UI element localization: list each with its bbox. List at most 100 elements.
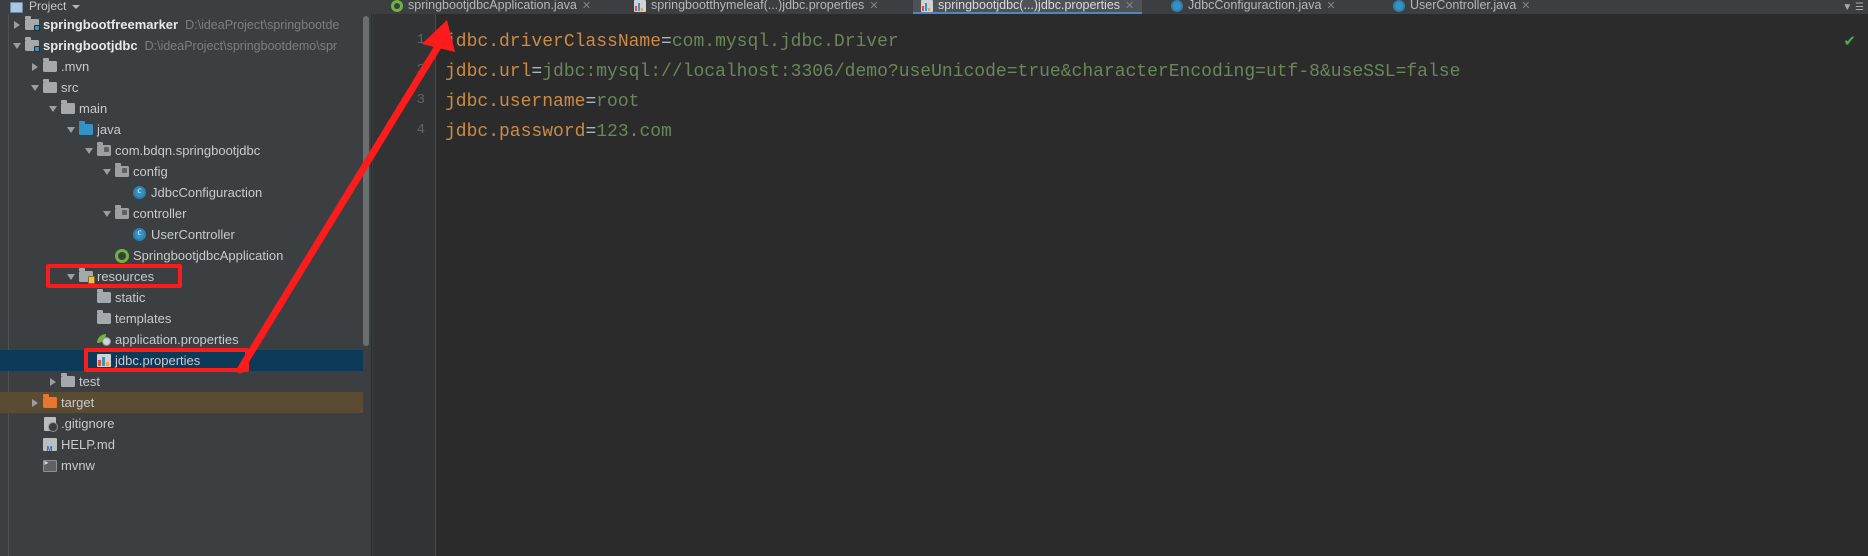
tab-label: JdbcConfiguraction.java bbox=[1188, 0, 1322, 12]
project-tree[interactable]: springbootfreemarker D:\ideaProject\sprin… bbox=[0, 14, 363, 476]
tree-node-java[interactable]: java bbox=[0, 119, 363, 140]
tree-node-usercontroller[interactable]: UserController bbox=[0, 224, 363, 245]
tree-node-label: .gitignore bbox=[61, 416, 115, 431]
tree-node-src[interactable]: src bbox=[0, 77, 363, 98]
chevron-down-icon[interactable] bbox=[64, 266, 77, 287]
line-number: 2 bbox=[416, 62, 425, 78]
code-editor[interactable]: 1234 jdbc.driverClassName=com.mysql.jdbc… bbox=[373, 14, 1868, 556]
tree-node-target[interactable]: target bbox=[0, 392, 363, 413]
project-tool-window: springbootfreemarker D:\ideaProject\sprin… bbox=[0, 14, 372, 556]
java-class-icon bbox=[1393, 0, 1405, 12]
folder-icon bbox=[95, 287, 112, 308]
tree-node-config[interactable]: config bbox=[0, 161, 363, 182]
editor-code-area[interactable]: jdbc.driverClassName=com.mysql.jdbc.Driv… bbox=[435, 14, 1868, 556]
close-icon[interactable]: ✕ bbox=[1125, 0, 1134, 12]
tree-node-label: .mvn bbox=[61, 59, 90, 74]
tree-node-label: target bbox=[61, 395, 95, 410]
project-tree-scrollbar[interactable] bbox=[363, 16, 369, 346]
property-key: jdbc.username bbox=[445, 92, 586, 112]
property-value: 123.com bbox=[596, 122, 672, 142]
property-equals: = bbox=[661, 32, 672, 52]
code-line[interactable]: jdbc.password=123.com bbox=[445, 122, 672, 142]
close-icon[interactable]: ✕ bbox=[1326, 0, 1335, 12]
folder-icon bbox=[41, 77, 58, 98]
module-folder-icon bbox=[23, 14, 40, 35]
tree-node-com-bdqn-springbootjdbc[interactable]: com.bdqn.springbootjdbc bbox=[0, 140, 363, 161]
tree-node-label: application.properties bbox=[115, 332, 239, 347]
chevron-down-icon[interactable] bbox=[100, 203, 113, 224]
tree-node-springbootfreemarker[interactable]: springbootfreemarker D:\ideaProject\sprin… bbox=[0, 14, 363, 35]
tree-node-label: HELP.md bbox=[61, 437, 115, 452]
tree-node-test[interactable]: test bbox=[0, 371, 363, 392]
tree-node-help-md[interactable]: HELP.md bbox=[0, 434, 363, 455]
close-icon[interactable]: ✕ bbox=[1521, 0, 1530, 12]
tab-springbootjdbcApplication-java[interactable]: springbootjdbcApplication.java ✕ bbox=[383, 0, 599, 14]
line-number: 3 bbox=[416, 92, 425, 108]
tab-overflow-chevron-down-icon[interactable]: ▼ ☰ bbox=[1842, 0, 1864, 14]
tree-node-label: SpringbootjdbcApplication bbox=[133, 248, 284, 263]
tree-node--mvn[interactable]: .mvn bbox=[0, 56, 363, 77]
chevron-right-icon[interactable] bbox=[28, 392, 41, 413]
markdown-icon bbox=[41, 434, 58, 455]
tree-node-path: D:\ideaProject\springbootde bbox=[185, 17, 340, 32]
chevron-down-icon[interactable] bbox=[28, 77, 41, 98]
tree-node-application-properties[interactable]: application.properties bbox=[0, 329, 363, 350]
tree-node-label: com.bdqn.springbootjdbc bbox=[115, 143, 261, 158]
editor-tab-bar: springbootjdbcApplication.java ✕ springb… bbox=[373, 0, 1868, 14]
tree-node-jdbcconfiguraction[interactable]: JdbcConfiguraction bbox=[0, 182, 363, 203]
tab-UserController-java[interactable]: UserController.java ✕ bbox=[1385, 0, 1539, 14]
tree-node-label: mvnw bbox=[61, 458, 95, 473]
tree-node-path: D:\ideaProject\springbootdemo\spr bbox=[144, 38, 338, 53]
chevron-right-icon[interactable] bbox=[46, 371, 59, 392]
tree-node-label: test bbox=[79, 374, 100, 389]
tab-label: UserController.java bbox=[1410, 0, 1517, 12]
code-line[interactable]: jdbc.driverClassName=com.mysql.jdbc.Driv… bbox=[445, 32, 899, 52]
chevron-down-icon[interactable] bbox=[64, 119, 77, 140]
project-panel-title: Project bbox=[29, 0, 67, 13]
package-icon bbox=[95, 140, 112, 161]
chevron-right-icon[interactable] bbox=[10, 14, 23, 35]
tree-node-resources[interactable]: resources bbox=[0, 266, 363, 287]
tree-node-controller[interactable]: controller bbox=[0, 203, 363, 224]
tab-label: springbootjdbcApplication.java bbox=[408, 0, 577, 12]
chevron-down-icon[interactable] bbox=[46, 98, 59, 119]
close-icon[interactable]: ✕ bbox=[869, 0, 878, 12]
tree-node-templates[interactable]: templates bbox=[0, 308, 363, 329]
code-line[interactable]: jdbc.username=root bbox=[445, 92, 639, 112]
java-class-icon bbox=[1171, 0, 1183, 12]
package-icon bbox=[113, 161, 130, 182]
tree-node-label: resources bbox=[97, 269, 155, 284]
tab-springbootjdbc-jdbc-properties[interactable]: springbootjdbc(...)jdbc.properties ✕ bbox=[913, 0, 1143, 14]
folder-icon bbox=[59, 371, 76, 392]
close-icon[interactable]: ✕ bbox=[582, 0, 591, 12]
tree-node-springbootjdbcapplication[interactable]: SpringbootjdbcApplication bbox=[0, 245, 363, 266]
chevron-down-icon[interactable] bbox=[100, 161, 113, 182]
code-line[interactable]: jdbc.url=jdbc:mysql://localhost:3306/dem… bbox=[445, 62, 1460, 82]
tree-node-springbootjdbc[interactable]: springbootjdbc D:\ideaProject\springbootd… bbox=[0, 35, 363, 56]
property-equals: = bbox=[585, 92, 597, 112]
tree-node-label: templates bbox=[115, 311, 172, 326]
chevron-right-icon[interactable] bbox=[28, 56, 41, 77]
project-tool-window-header[interactable]: Project bbox=[0, 0, 370, 14]
chevron-down-icon[interactable] bbox=[72, 5, 81, 9]
chevron-down-icon[interactable] bbox=[82, 140, 95, 161]
tree-node-mvnw[interactable]: mvnw bbox=[0, 455, 363, 476]
spring-boot-class-icon bbox=[113, 245, 130, 266]
inspection-ok-check-icon[interactable]: ✔ bbox=[1843, 32, 1856, 50]
chevron-down-icon[interactable] bbox=[10, 35, 23, 56]
property-key: jdbc.driverClassName bbox=[445, 32, 662, 52]
tree-node-main[interactable]: main bbox=[0, 98, 363, 119]
tab-springbootthymeleaf-jdbc-properties[interactable]: springbootthymeleaf(...)jdbc.properties … bbox=[626, 0, 887, 14]
tree-node-label: main bbox=[79, 101, 108, 116]
tab-JdbcConfiguraction-java[interactable]: JdbcConfiguraction.java ✕ bbox=[1163, 0, 1344, 14]
tree-node--gitignore[interactable]: .gitignore bbox=[0, 413, 363, 434]
property-value: com.mysql.jdbc.Driver bbox=[671, 32, 899, 52]
tree-node-jdbc-properties[interactable]: jdbc.properties bbox=[0, 350, 363, 371]
properties-file-icon bbox=[921, 0, 933, 12]
tree-node-static[interactable]: static bbox=[0, 287, 363, 308]
